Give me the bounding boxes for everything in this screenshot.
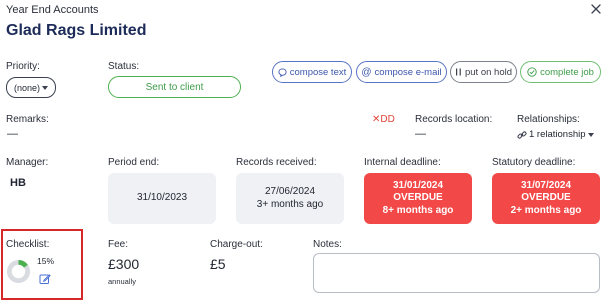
- put-on-hold-button[interactable]: put on hold: [450, 61, 517, 83]
- chevron-down-icon: [587, 132, 594, 137]
- statutory-deadline-label: Statutory deadline:: [492, 157, 576, 168]
- period-end-label: Period end:: [108, 157, 160, 168]
- client-name-title[interactable]: Glad Rags Limited: [6, 22, 146, 40]
- compose-email-button[interactable]: @ compose e-mail: [356, 61, 447, 83]
- status-label: Status:: [108, 61, 140, 72]
- edit-icon[interactable]: [39, 273, 51, 285]
- internal-deadline-label: Internal deadline:: [364, 157, 441, 168]
- chat-bubble-icon: [278, 67, 287, 77]
- statutory-deadline-tile[interactable]: 31/07/2024 OVERDUE 2+ months ago: [492, 173, 600, 224]
- direct-debit-flag[interactable]: ✕DD: [372, 114, 395, 125]
- link-icon: [517, 130, 527, 139]
- direct-debit-label: DD: [380, 114, 395, 125]
- donut-progress-icon: [6, 259, 31, 284]
- fee-label: Fee:: [108, 239, 129, 250]
- checklist-label: Checklist:: [6, 239, 50, 250]
- put-on-hold-label: put on hold: [464, 66, 512, 78]
- charge-out-value: £5: [210, 256, 226, 272]
- complete-job-button[interactable]: complete job: [520, 61, 601, 83]
- status-button[interactable]: Sent to client: [108, 76, 241, 98]
- compose-email-label: compose e-mail: [374, 66, 442, 78]
- records-received-tile[interactable]: 27/06/2024 3+ months ago: [236, 173, 344, 224]
- records-location-value: —: [415, 128, 426, 140]
- checklist-percent: 15%: [37, 256, 55, 266]
- records-received-ago: 3+ months ago: [256, 198, 324, 210]
- fee-value: £300: [108, 256, 140, 272]
- statutory-deadline-status: OVERDUE: [521, 192, 571, 204]
- records-received-date: 27/06/2024: [264, 186, 316, 197]
- notes-textarea[interactable]: [313, 253, 600, 293]
- statutory-deadline-date: 31/07/2024: [520, 179, 572, 191]
- internal-deadline-status: OVERDUE: [393, 192, 443, 204]
- internal-deadline-tile[interactable]: 31/01/2024 OVERDUE 8+ months ago: [364, 173, 472, 224]
- statutory-deadline-ago: 2+ months ago: [510, 204, 582, 216]
- manager-label: Manager:: [6, 157, 49, 168]
- remarks-value: —: [7, 128, 18, 140]
- at-sign-icon: @: [361, 66, 372, 78]
- charge-out-label: Charge-out:: [210, 239, 263, 250]
- fee-frequency: annually: [108, 277, 136, 286]
- check-circle-icon: [527, 67, 537, 77]
- remarks-label: Remarks:: [6, 114, 49, 125]
- records-location-label: Records location:: [415, 114, 493, 125]
- priority-select[interactable]: (none): [6, 77, 56, 98]
- priority-value: (none): [13, 82, 40, 93]
- close-icon[interactable]: [589, 2, 603, 16]
- relationships-dropdown[interactable]: 1 relationship: [517, 129, 594, 140]
- priority-label: Priority:: [6, 61, 40, 72]
- complete-job-label: complete job: [540, 66, 594, 78]
- chevron-down-icon: [42, 85, 48, 90]
- period-end-tile[interactable]: 31/10/2023: [108, 173, 216, 224]
- manager-value: HB: [10, 177, 26, 189]
- internal-deadline-ago: 8+ months ago: [382, 204, 454, 216]
- compose-text-button[interactable]: compose text: [272, 61, 352, 83]
- job-type-label: Year End Accounts: [6, 4, 99, 16]
- relationships-label: Relationships:: [517, 114, 580, 125]
- internal-deadline-date: 31/01/2024: [392, 179, 444, 191]
- records-received-label: Records received:: [236, 157, 317, 168]
- period-end-date: 31/10/2023: [136, 192, 188, 204]
- pause-icon: [455, 68, 461, 76]
- compose-text-label: compose text: [289, 66, 347, 78]
- relationships-value: 1 relationship: [529, 129, 586, 140]
- status-value: Sent to client: [145, 81, 204, 93]
- notes-label: Notes:: [313, 239, 342, 250]
